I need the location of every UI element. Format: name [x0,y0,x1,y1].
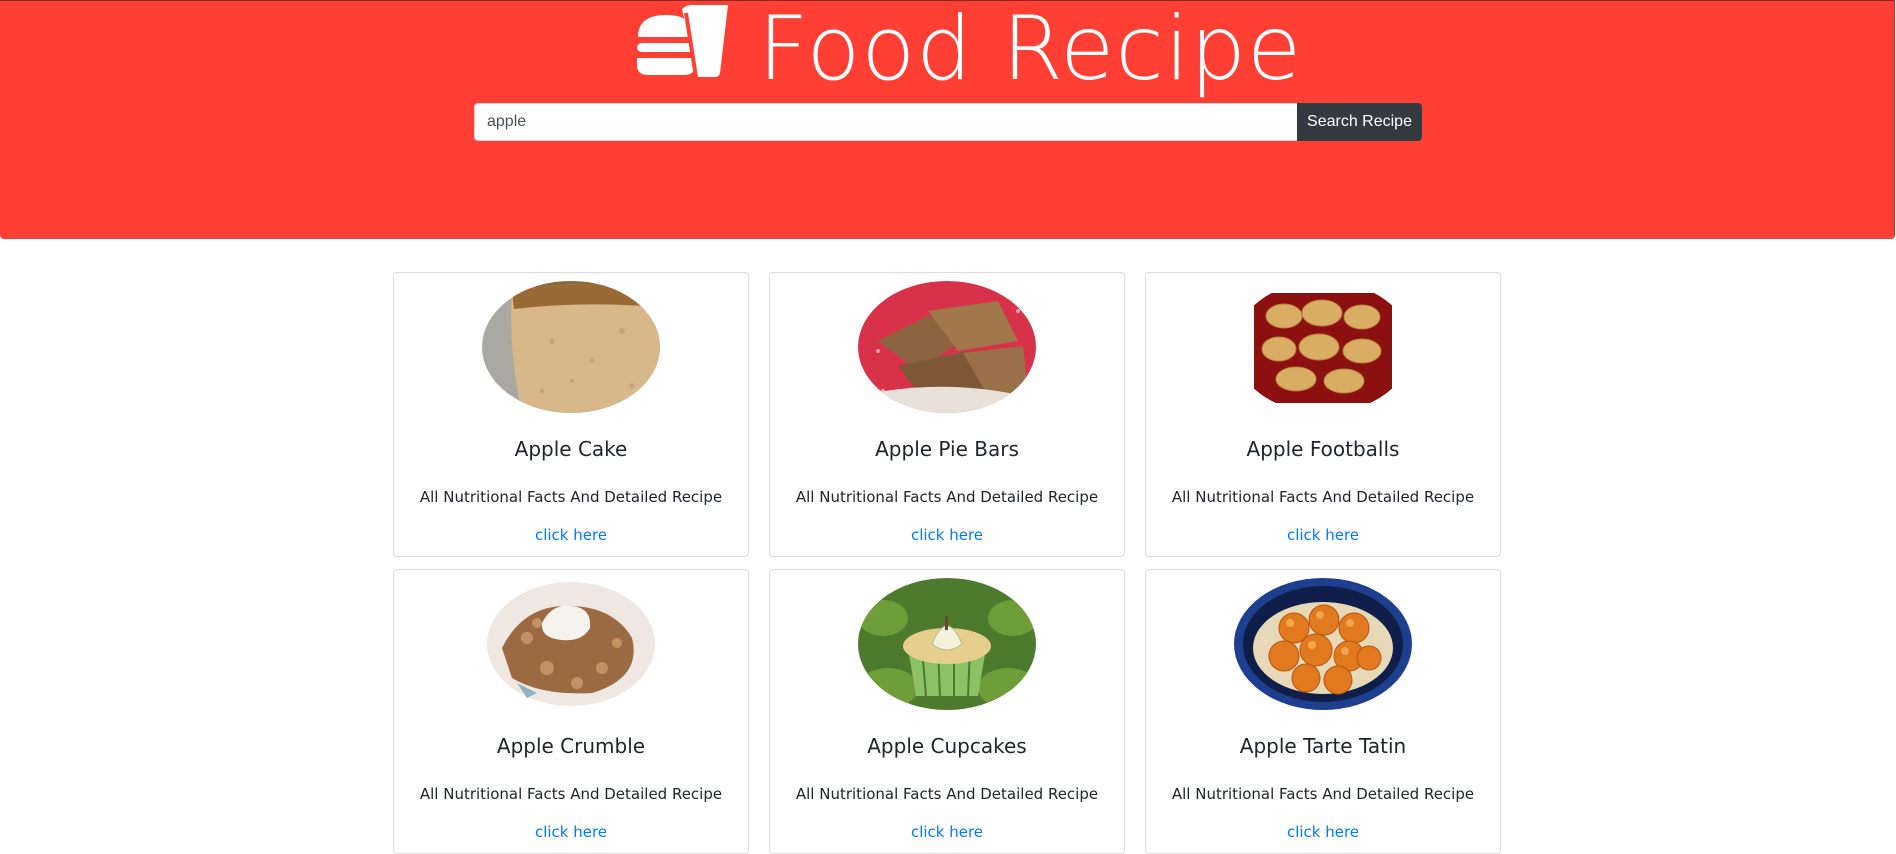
recipe-title: Apple Cake [514,437,628,461]
recipe-link[interactable]: click here [911,821,983,843]
recipe-title: Apple Footballs [1246,437,1400,461]
recipe-card: Apple Cupcakes All Nutritional Facts And… [769,569,1125,854]
page-header: Food Recipe Search Recipe [0,0,1895,239]
recipe-description: All Nutritional Facts And Detailed Recip… [795,785,1099,803]
recipe-description: All Nutritional Facts And Detailed Recip… [419,785,723,803]
recipe-link[interactable]: click here [535,524,607,546]
recipe-title: Apple Crumble [496,734,646,758]
recipe-description: All Nutritional Facts And Detailed Recip… [1171,785,1475,803]
recipe-description: All Nutritional Facts And Detailed Recip… [1171,488,1475,506]
search-recipe-button[interactable]: Search Recipe [1297,103,1422,141]
recipe-link[interactable]: click here [1287,524,1359,546]
search-bar: Search Recipe [474,103,1422,141]
apple-cake-photo [482,281,660,413]
recipe-title: Apple Pie Bars [875,437,1019,461]
recipe-card: Apple Footballs All Nutritional Facts An… [1145,272,1501,557]
apple-cupcakes-photo [858,578,1036,710]
recipe-link[interactable]: click here [1287,821,1359,843]
apple-footballs-photo [1234,281,1412,413]
apple-tarte-tatin-photo [1234,578,1412,710]
brand: Food Recipe [636,1,1302,101]
apple-pie-bars-photo [858,281,1036,413]
recipe-link[interactable]: click here [535,821,607,843]
recipe-card: Apple Crumble All Nutritional Facts And … [393,569,749,854]
recipe-grid: Apple Cake All Nutritional Facts And Det… [393,272,1503,854]
recipe-link[interactable]: click here [911,524,983,546]
recipe-card: Apple Pie Bars All Nutritional Facts And… [769,272,1125,557]
recipe-card: Apple Cake All Nutritional Facts And Det… [393,272,749,557]
recipe-title: Apple Tarte Tatin [1239,734,1407,758]
recipe-description: All Nutritional Facts And Detailed Recip… [419,488,723,506]
recipe-description: All Nutritional Facts And Detailed Recip… [795,488,1099,506]
burger-drink-icon [637,5,728,78]
recipe-card: Apple Tarte Tatin All Nutritional Facts … [1145,569,1501,854]
search-input[interactable] [474,103,1297,141]
site-title: Food Recipe [758,0,1303,100]
recipe-title: Apple Cupcakes [867,734,1027,758]
apple-crumble-photo [482,578,660,710]
